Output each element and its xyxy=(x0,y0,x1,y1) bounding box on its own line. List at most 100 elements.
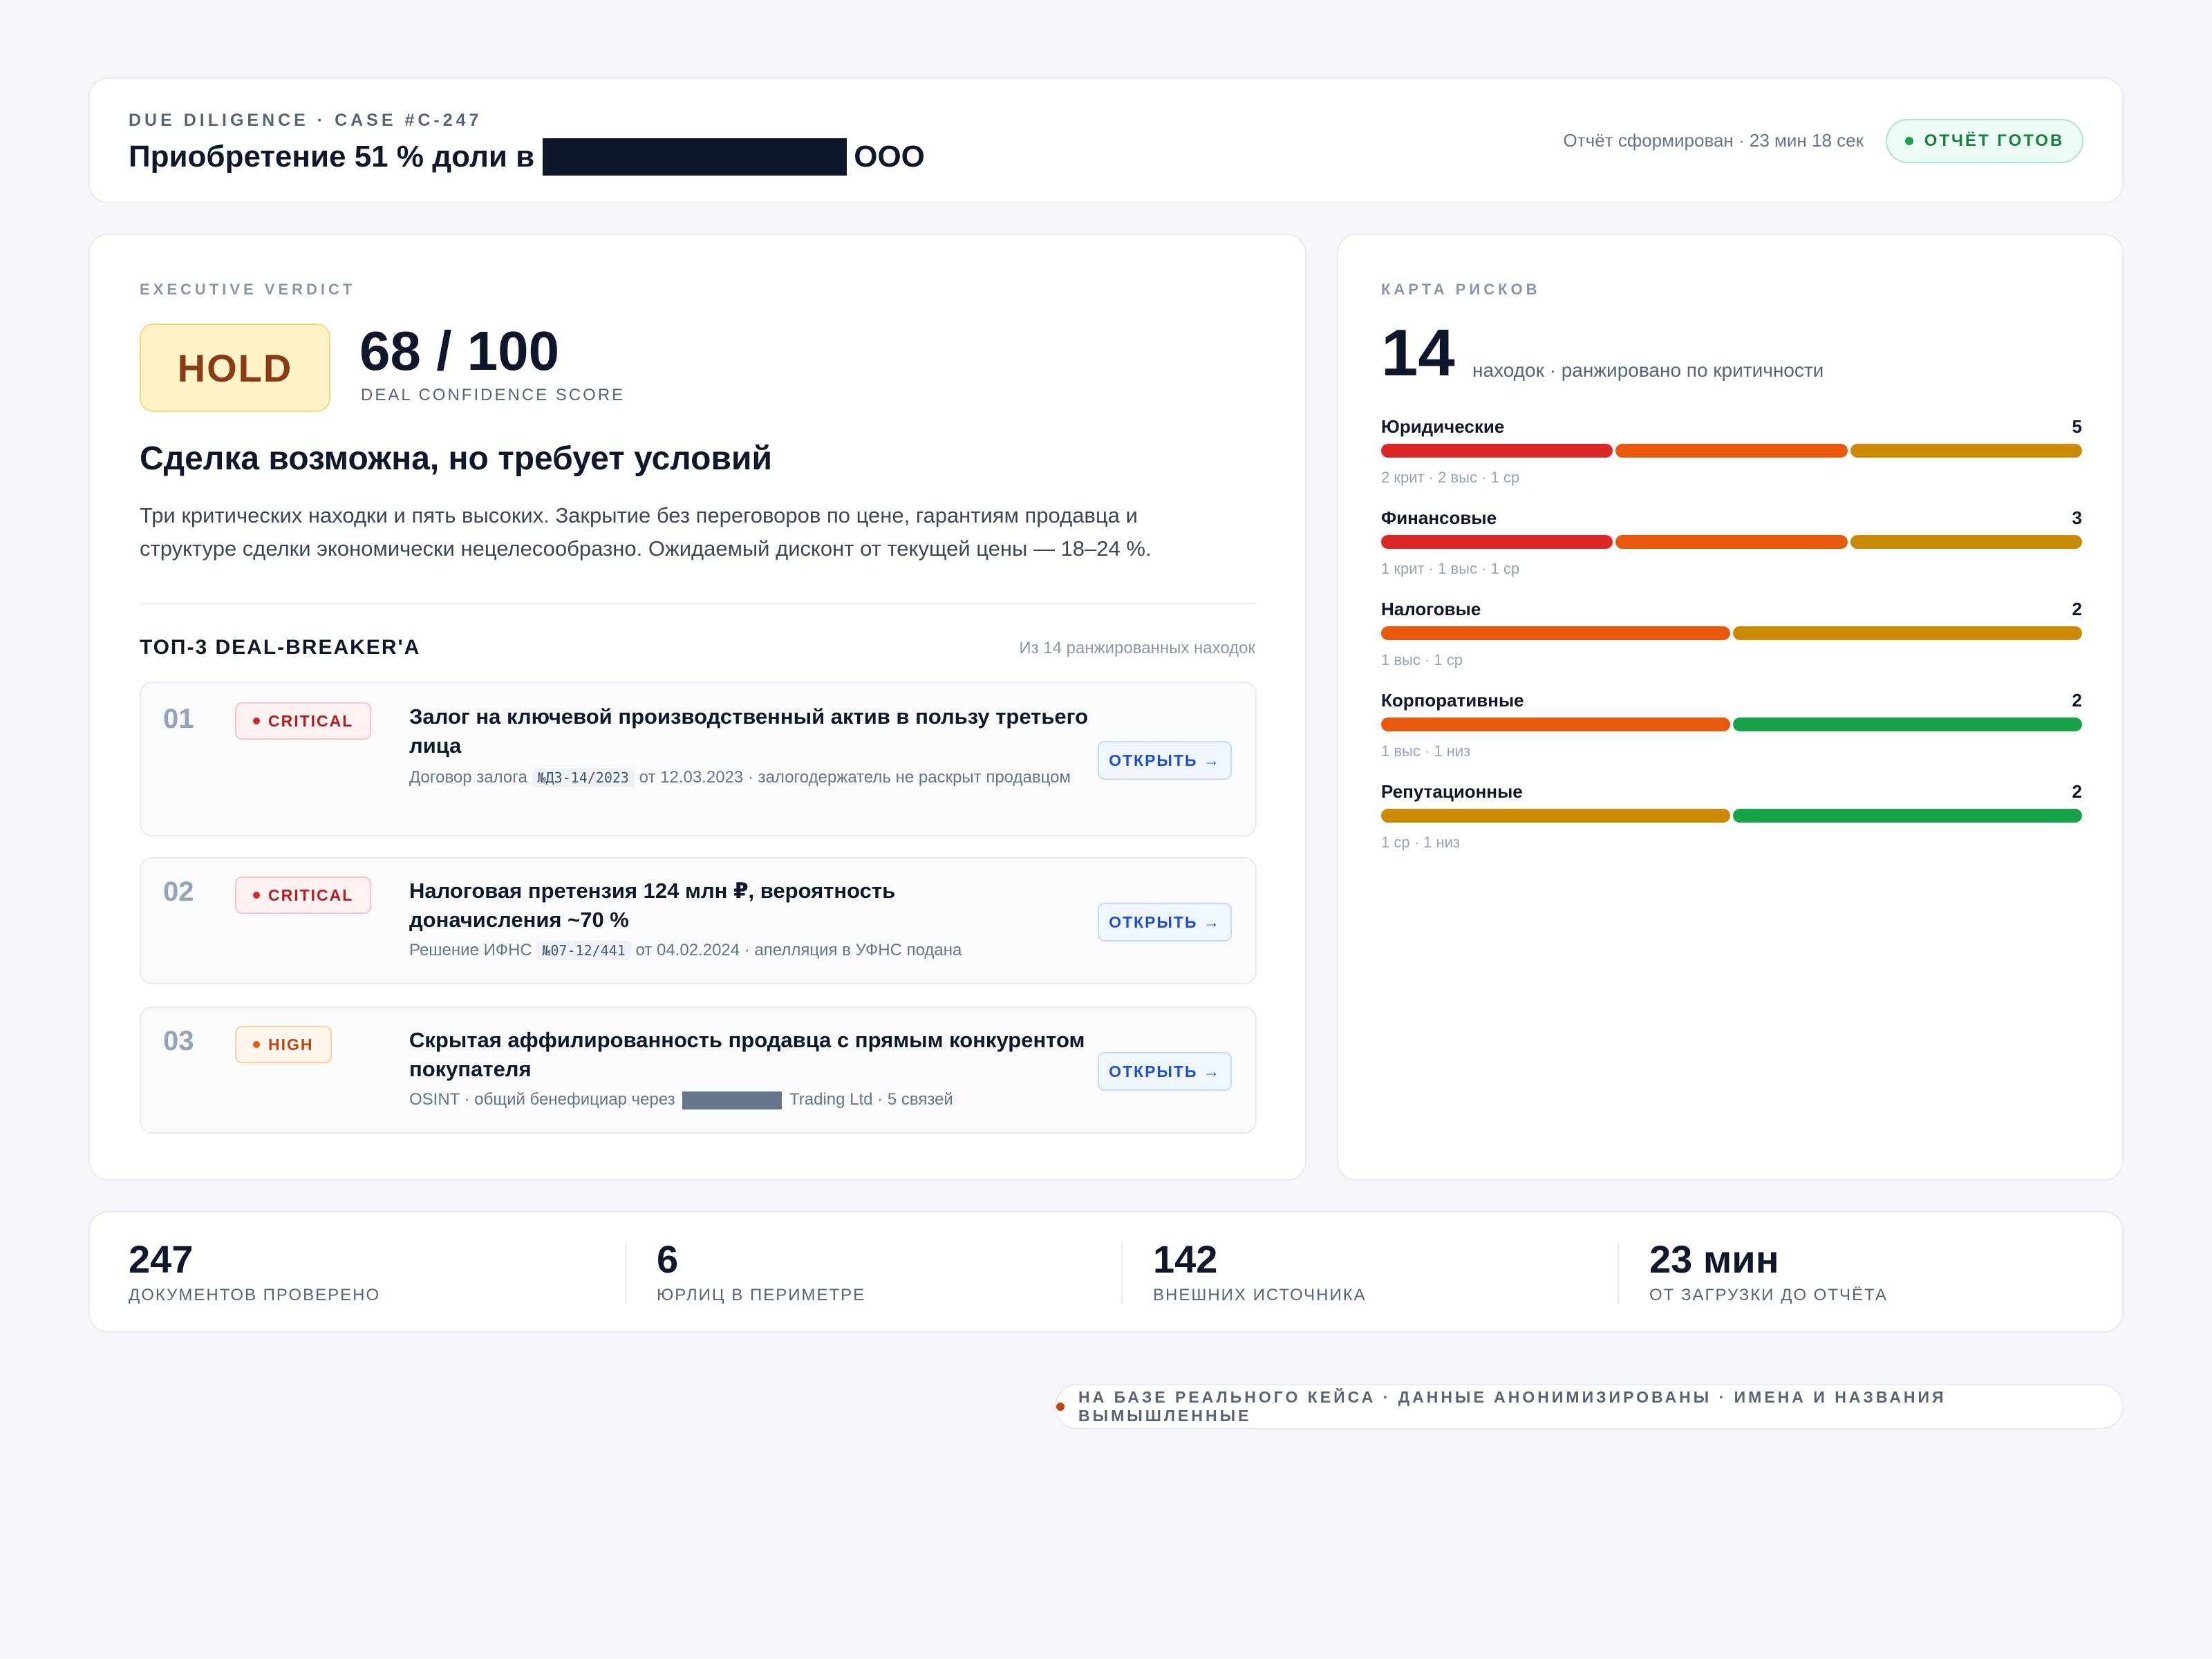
verdict-summary: Три критических находки и пять высоких. … xyxy=(140,503,1152,561)
risk-category-name: Налоговые xyxy=(1381,599,1481,619)
disclaimer-text: НА БАЗЕ РЕАЛЬНОГО КЕЙСА · ДАННЫЕ АНОНИМИ… xyxy=(1078,1388,1947,1425)
finding-number: 03 xyxy=(163,1026,194,1056)
risk-category-count: 5 xyxy=(2072,416,2082,437)
anonymization-disclaimer: НА БАЗЕ РЕАЛЬНОГО КЕЙСА · ДАННЫЕ АНОНИМИ… xyxy=(1055,1384,2124,1430)
risk-breakdown: 1 выс · 1 ср xyxy=(1381,651,1463,668)
risk-category-corporate[interactable]: Корпоративные 2 1 выс · 1 низ xyxy=(1381,690,2082,773)
bar-segment-high xyxy=(1381,626,1730,640)
stat-sources: 142 ВНЕШНИХ ИСТОЧНИКА xyxy=(1153,1239,1367,1305)
risk-breakdown: 1 ср · 1 низ xyxy=(1381,834,1461,851)
deal-title: Приобретение 51 % доли в ООО xyxy=(129,138,925,176)
document-number: №ДЗ-14/2023 xyxy=(532,768,635,787)
redacted-entity-name xyxy=(682,1091,782,1109)
finding-number: 02 xyxy=(163,877,194,907)
severity-bar xyxy=(1381,718,2082,731)
severity-dot-icon xyxy=(253,1041,260,1048)
open-finding-button[interactable]: ОТКРЫТЬ → xyxy=(1098,741,1232,780)
severity-bar xyxy=(1381,535,2082,549)
bar-segment-medium xyxy=(1381,809,1730,823)
stat-divider xyxy=(1618,1243,1619,1304)
bar-segment-high xyxy=(1381,718,1730,731)
severity-dot-icon xyxy=(253,892,260,899)
risk-category-name: Репутационные xyxy=(1381,781,1523,802)
stat-label: ЮРЛИЦ В ПЕРИМЕТРЕ xyxy=(657,1286,866,1304)
finding-title: Залог на ключевой производственный актив… xyxy=(409,704,1089,758)
stat-value: 142 xyxy=(1153,1237,1218,1281)
severity-badge: HIGH xyxy=(235,1026,332,1063)
bar-segment-medium xyxy=(1733,626,2082,640)
status-dot-icon xyxy=(1904,137,1913,145)
finding-title: Скрытая аффилированность продавца с прям… xyxy=(409,1028,1085,1081)
risk-category-name: Корпоративные xyxy=(1381,690,1524,711)
stat-label: ОТ ЗАГРУЗКИ ДО ОТЧЁТА xyxy=(1649,1286,1888,1304)
risk-breakdown: 1 крит · 1 выс · 1 ср xyxy=(1381,560,1520,577)
stat-documents: 247 ДОКУМЕНТОВ ПРОВЕРЕНО xyxy=(129,1239,380,1305)
bar-segment-medium xyxy=(1850,444,2082,458)
redacted-company-name xyxy=(543,138,847,176)
status-badge: ОТЧЁТ ГОТОВ xyxy=(1886,119,2083,163)
finding-card: 01 CRITICAL Залог на ключевой производст… xyxy=(140,682,1257,836)
open-finding-button[interactable]: ОТКРЫТЬ → xyxy=(1098,903,1232,941)
bar-segment-high xyxy=(1615,444,1848,458)
document-number: №07-12/441 xyxy=(536,941,631,960)
verdict-eyebrow: EXECUTIVE VERDICT xyxy=(140,281,356,298)
decision-badge: HOLD xyxy=(140,324,330,412)
top3-note: Из 14 ранжированных находок xyxy=(1019,639,1255,657)
risk-category-financial[interactable]: Финансовые 3 1 крит · 1 выс · 1 ср xyxy=(1381,507,2082,590)
bar-segment-high xyxy=(1615,535,1848,549)
finding-card: 02 CRITICAL Налоговая претензия 124 млн … xyxy=(140,857,1257,984)
open-finding-button[interactable]: ОТКРЫТЬ → xyxy=(1098,1052,1232,1091)
severity-label: HIGH xyxy=(268,1035,314,1053)
executive-verdict-card: EXECUTIVE VERDICT HOLD 68 / 100 DEAL CON… xyxy=(88,234,1306,1181)
stat-label: ДОКУМЕНТОВ ПРОВЕРЕНО xyxy=(129,1286,381,1304)
stat-value: 247 xyxy=(129,1237,194,1281)
divider xyxy=(140,603,1257,604)
risk-category-name: Финансовые xyxy=(1381,507,1497,528)
bar-segment-low xyxy=(1733,809,2082,823)
risk-category-name: Юридические xyxy=(1381,416,1505,437)
stat-divider xyxy=(1121,1243,1123,1304)
status-label: ОТЧЁТ ГОТОВ xyxy=(1924,131,2065,150)
risk-breakdown: 1 выс · 1 низ xyxy=(1381,742,1471,760)
bar-segment-low xyxy=(1733,718,2082,731)
report-header: DUE DILIGENCE · CASE #C-247 Приобретение… xyxy=(88,77,2124,203)
verdict-headline: Сделка возможна, но требует условий xyxy=(140,440,772,477)
finding-meta: Договор залога №ДЗ-14/2023 от 12.03.2023… xyxy=(409,765,1087,791)
stat-label: ВНЕШНИХ ИСТОЧНИКА xyxy=(1153,1286,1367,1304)
severity-dot-icon xyxy=(253,718,260,724)
risk-category-count: 2 xyxy=(2072,690,2082,711)
risk-map-eyebrow: КАРТА РИСКОВ xyxy=(1381,281,1541,298)
findings-total-label: находок · ранжировано по критичности xyxy=(1472,359,1824,381)
finding-number: 01 xyxy=(163,704,194,734)
case-label: DUE DILIGENCE · CASE #C-247 xyxy=(129,111,482,130)
bar-segment-critical xyxy=(1381,444,1613,458)
finding-title: Налоговая претензия 124 млн ₽, вероятнос… xyxy=(409,879,896,932)
disclaimer-dot-icon xyxy=(1056,1403,1065,1411)
deal-title-prefix: Приобретение 51 % доли в xyxy=(129,140,535,174)
severity-label: CRITICAL xyxy=(268,885,354,904)
stats-strip: 247 ДОКУМЕНТОВ ПРОВЕРЕНО 6 ЮРЛИЦ В ПЕРИМ… xyxy=(88,1211,2124,1333)
risk-category-count: 3 xyxy=(2072,507,2082,528)
finding-meta-prefix: Договор залога xyxy=(409,768,527,787)
risk-category-legal[interactable]: Юридические 5 2 крит · 2 выс · 1 ср xyxy=(1381,416,2082,499)
top3-title: ТОП-3 DEAL-BREAKER'A xyxy=(140,636,421,659)
findings-total: 14 xyxy=(1381,316,1455,390)
bar-segment-critical xyxy=(1381,535,1613,549)
finding-meta-prefix: OSINT · общий бенефициар через xyxy=(409,1090,675,1109)
risk-breakdown: 2 крит · 2 выс · 1 ср xyxy=(1381,469,1520,486)
finding-meta-suffix: от 04.02.2024 · апелляция в УФНС подана xyxy=(635,941,962,959)
risk-category-count: 2 xyxy=(2072,781,2082,802)
stat-value: 6 xyxy=(657,1237,679,1281)
risk-category-tax[interactable]: Налоговые 2 1 выс · 1 ср xyxy=(1381,599,2082,682)
finding-meta-suffix: Trading Ltd · 5 связей xyxy=(789,1090,953,1109)
stat-duration: 23 мин ОТ ЗАГРУЗКИ ДО ОТЧЁТА xyxy=(1649,1239,1888,1305)
severity-bar xyxy=(1381,626,2082,640)
risk-category-reputational[interactable]: Репутационные 2 1 ср · 1 низ xyxy=(1381,781,2082,864)
deal-title-suffix: ООО xyxy=(854,140,925,174)
generation-time: Отчёт сформирован · 23 мин 18 сек xyxy=(1563,130,1864,151)
severity-bar xyxy=(1381,444,2082,458)
finding-meta: Решение ИФНС №07-12/441 от 04.02.2024 · … xyxy=(409,937,1087,964)
finding-meta-prefix: Решение ИФНС xyxy=(409,941,532,959)
severity-bar xyxy=(1381,809,2082,823)
bar-segment-medium xyxy=(1850,535,2082,549)
